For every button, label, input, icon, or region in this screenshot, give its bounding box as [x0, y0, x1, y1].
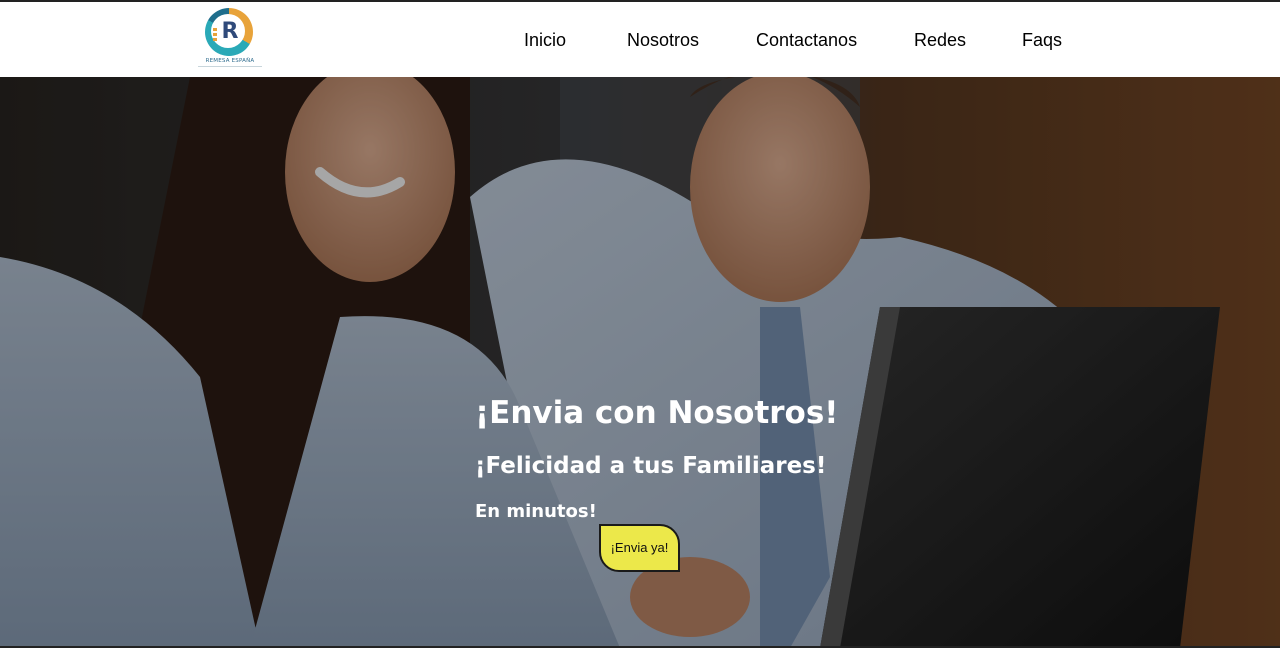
site-header: R REMESA ESPAÑA Inicio Nosotros Contacta… [0, 2, 1280, 77]
nav-item-faqs[interactable]: Faqs [1022, 30, 1062, 51]
logo-letter: R [221, 19, 239, 44]
page: R REMESA ESPAÑA Inicio Nosotros Contacta… [0, 0, 1280, 648]
nav-item-nosotros[interactable]: Nosotros [627, 30, 699, 51]
hero-section: ¡Envia con Nosotros! ¡Felicidad a tus Fa… [0, 77, 1280, 646]
logo-wordmark: REMESA ESPAÑA [205, 58, 255, 64]
hero-subtitle: ¡Felicidad a tus Familiares! [475, 453, 827, 479]
nav-item-inicio[interactable]: Inicio [524, 30, 566, 51]
hero-title: ¡Envia con Nosotros! [475, 395, 839, 431]
send-now-button[interactable]: ¡Envia ya! [599, 524, 680, 572]
nav-item-redes[interactable]: Redes [914, 30, 966, 51]
logo-underline [198, 66, 262, 69]
nav-item-contactanos[interactable]: Contactanos [756, 30, 857, 51]
brand-logo[interactable]: R REMESA ESPAÑA [198, 8, 262, 70]
hero-tagline: En minutos! [475, 501, 597, 522]
